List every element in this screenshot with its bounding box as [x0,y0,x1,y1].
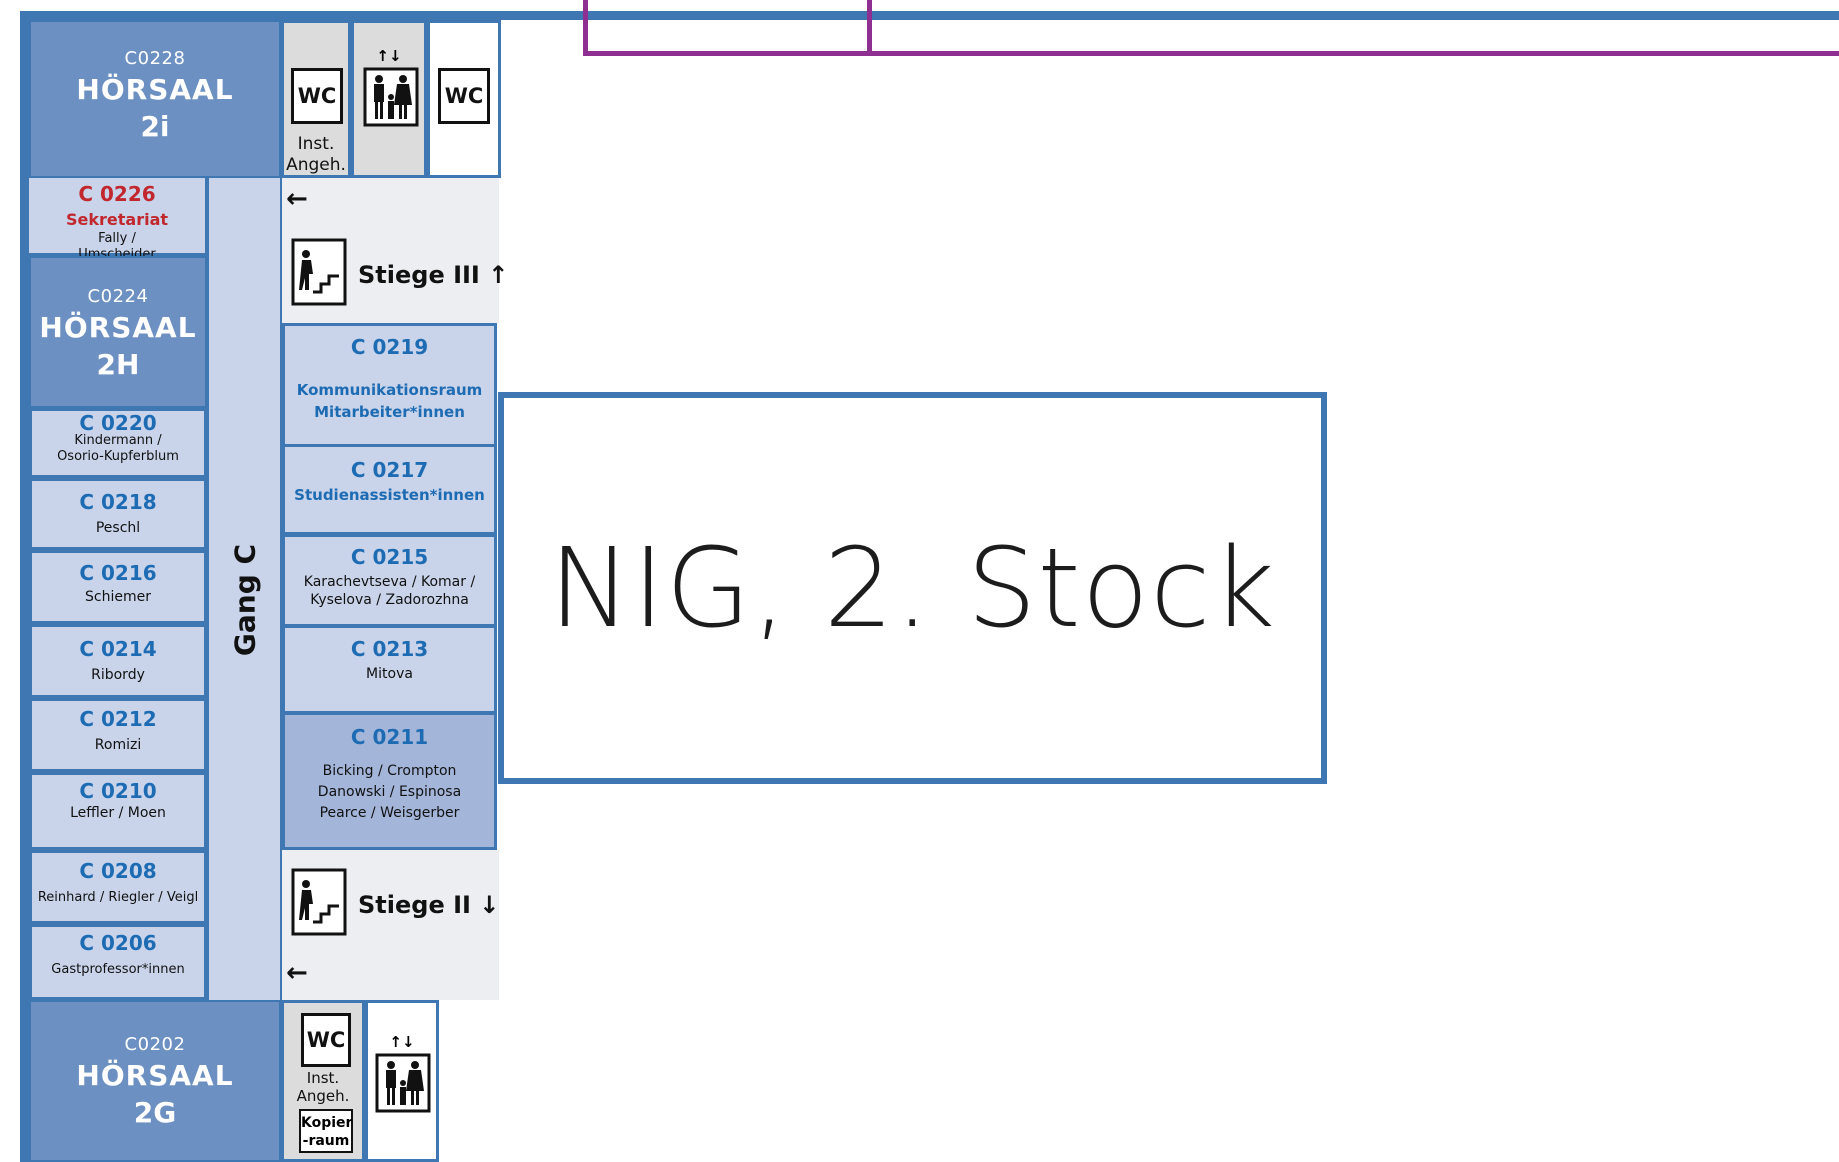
copy-room[interactable]: Kopier -raum [299,1109,353,1153]
room-occupants: Reinhard / Riegler / Veigl [37,890,199,905]
lecture-hall-2h[interactable]: C0224 HÖRSAAL 2H [29,256,207,408]
room-code: C 0206 [79,931,157,955]
room-occupants: Leffler / Moen [70,805,166,821]
arrow-left-icon: ← [286,958,308,988]
hall-number: 2G [133,1096,177,1129]
room-occupants: Schiemer [85,589,151,605]
wc-icon: WC [301,1013,351,1067]
floor-title-box: NIG, 2. Stock [498,392,1327,784]
room-c0214[interactable]: C 0214 Ribordy [29,624,207,698]
room-code: C 0218 [79,490,157,514]
adjacent-area-line-left [583,0,588,56]
adjacent-area-line-divider [867,0,872,56]
arrow-left-icon: ← [286,184,308,214]
hall-code: C0228 [124,48,186,69]
room-c0206[interactable]: C 0206 Gastprofessor*innen [29,924,207,1000]
room-code: C 0212 [79,707,157,731]
floor-title: NIG, 2. Stock [548,524,1277,652]
lecture-hall-2i[interactable]: C0228 HÖRSAAL 2i [29,20,281,178]
wc-staff-top[interactable]: WC Inst. Angeh. [281,20,351,178]
room-occupants: Bicking / Crompton Danowski / Espinosa P… [317,763,462,821]
hall-code: C0202 [124,1034,186,1055]
inst-label: Inst. Angeh. [296,1069,350,1105]
hall-number: 2H [96,348,140,381]
lift-arrows: ↑↓ [389,1033,415,1051]
room-c0217[interactable]: C 0217 Studienassisten*innen [282,444,497,535]
room-c0216[interactable]: C 0216 Schiemer [29,550,207,624]
wc-public-top[interactable]: WC [427,20,501,178]
room-code: C 0217 [350,458,429,482]
inst-label: Inst. Angeh. [286,134,346,175]
room-occupants: Romizi [94,737,142,753]
stairs-ii-label[interactable]: Stiege II ↓ [358,891,499,919]
outer-wall-top [20,11,1839,20]
room-c0210[interactable]: C 0210 Leffler / Moen [29,772,207,850]
room-c0215[interactable]: C 0215 Karachevtseva / Komar / Kyselova … [282,534,497,627]
room-secretariat[interactable]: C 0226 Sekretariat Fally / Umscheider [29,178,207,262]
stairs-icon[interactable] [291,868,347,936]
lift-arrows: ↑↓ [376,47,402,65]
wc-icon: WC [438,68,490,124]
outer-wall-left [20,11,29,1162]
room-occupants: Gastprofessor*innen [51,962,185,977]
arrow-up-icon: ↑ [488,261,509,289]
room-code: C 0215 [350,545,429,569]
room-c0211[interactable]: C 0211 Bicking / Crompton Danowski / Esp… [282,712,497,850]
elevator-bottom[interactable]: ↑↓ [365,1000,439,1162]
lecture-hall-2g[interactable]: C0202 HÖRSAAL 2G [29,1000,281,1162]
elevator-top[interactable]: ↑↓ [351,20,427,178]
room-c0208[interactable]: C 0208 Reinhard / Riegler / Veigl [29,850,207,924]
room-code: C 0211 [350,725,429,749]
room-occupants: Peschl [95,520,141,536]
wc-icon: WC [291,68,343,124]
hall-code: C0224 [87,286,149,307]
hall-name: HÖRSAAL [76,1059,234,1092]
room-occupants: Karachevtseva / Komar / Kyselova / Zador… [303,574,476,608]
stairs-iii-label[interactable]: Stiege III ↑ [358,261,508,289]
room-c0212[interactable]: C 0212 Romizi [29,698,207,772]
wc-staff-bottom[interactable]: WC Inst. Angeh. Kopier -raum [281,1000,365,1162]
room-occupants: Mitova [366,666,413,682]
room-code: C 0213 [350,637,429,661]
room-c0218[interactable]: C 0218 Peschl [29,478,207,550]
room-c0219[interactable]: C 0219 Kommunikationsraum Mitarbeiter*in… [282,323,497,447]
stairs-icon[interactable] [291,238,347,306]
hall-name: HÖRSAAL [39,311,197,344]
corridor-label: Gang C [228,543,261,657]
hall-number: 2i [140,110,170,143]
room-occupants: Kindermann / Osorio-Kupferblum [57,433,179,464]
adjacent-area-line [583,51,1839,56]
hall-name: HÖRSAAL [76,73,234,106]
room-c0213[interactable]: C 0213 Mitova [282,625,497,714]
room-occupants: Ribordy [91,667,145,683]
room-c0220[interactable]: C 0220 Kindermann / Osorio-Kupferblum [29,408,207,478]
room-purpose: Kommunikationsraum Mitarbeiter*innen [296,381,483,421]
room-code: C 0220 [79,411,157,435]
elevator-icon [363,67,419,127]
room-code: C 0216 [79,561,157,585]
room-purpose: Studienassisten*innen [294,486,485,504]
arrow-down-icon: ↓ [479,891,500,919]
room-code: C 0214 [79,637,157,661]
elevator-icon [375,1053,431,1113]
room-code: C 0219 [350,335,429,359]
secretariat-heading: C 0226 Sekretariat [65,182,169,229]
room-code: C 0210 [79,779,157,803]
room-code: C 0208 [79,859,157,883]
